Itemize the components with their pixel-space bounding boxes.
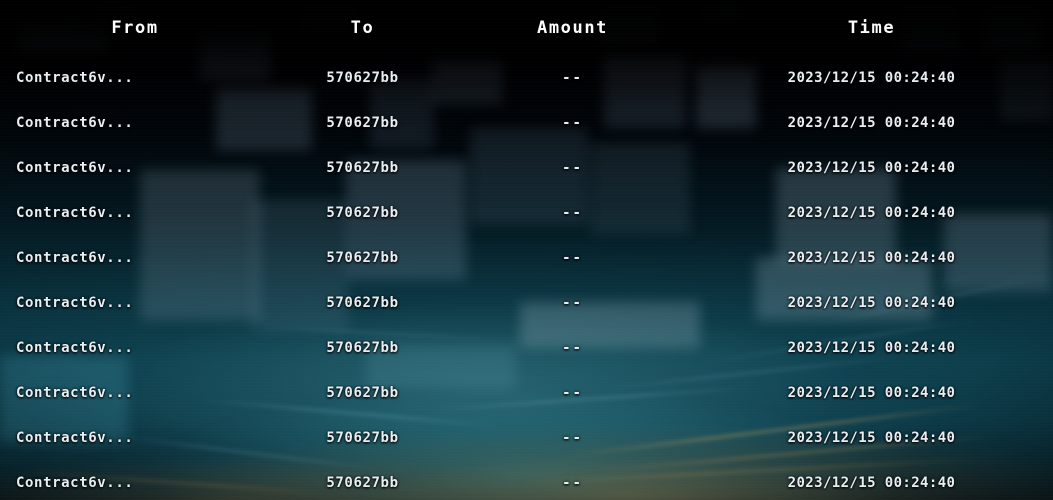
cell-from[interactable]: Contract6v...	[0, 430, 270, 446]
cell-to[interactable]: 570627bb	[270, 295, 455, 311]
cell-amount: --	[562, 339, 583, 356]
table-row[interactable]: Contract6v... 570627bb -- 2023/12/15 00:24:…	[0, 415, 1053, 460]
cell-amount: --	[562, 159, 583, 176]
cell-amount: --	[562, 204, 583, 221]
table-row[interactable]: Contract6v... 570627bb -- 2023/12/15 00:24:…	[0, 100, 1053, 145]
table-row[interactable]: Contract6v... 570627bb -- 2023/12/15 00:24:…	[0, 55, 1053, 100]
table-row[interactable]: Contract6v... 570627bb -- 2023/12/15 00:24:…	[0, 235, 1053, 280]
table-row[interactable]: Contract6v... 570627bb -- 2023/12/15 00:24:…	[0, 460, 1053, 500]
cell-amount: --	[562, 69, 583, 86]
cell-from[interactable]: Contract6v...	[0, 250, 270, 266]
cell-amount: --	[562, 429, 583, 446]
table-row[interactable]: Contract6v... 570627bb -- 2023/12/15 00:24:…	[0, 370, 1053, 415]
cell-from[interactable]: Contract6v...	[0, 115, 270, 131]
transaction-table: From To Amount Time Contract6v... 570627b…	[0, 0, 1053, 500]
cell-from[interactable]: Contract6v...	[0, 340, 270, 356]
table-row[interactable]: Contract6v... 570627bb -- 2023/12/15 00:24:…	[0, 325, 1053, 370]
table-row[interactable]: Contract6v... 570627bb -- 2023/12/15 00:24:…	[0, 145, 1053, 190]
column-header-amount[interactable]: Amount	[455, 18, 690, 38]
table-row[interactable]: Contract6v... 570627bb -- 2023/12/15 00:24:…	[0, 190, 1053, 235]
cell-time: 2023/12/15 00:24:40	[787, 474, 956, 491]
cell-time: 2023/12/15 00:24:40	[787, 429, 956, 446]
cell-time: 2023/12/15 00:24:40	[787, 69, 956, 86]
cell-from[interactable]: Contract6v...	[0, 475, 270, 491]
cell-to[interactable]: 570627bb	[270, 340, 455, 356]
cell-amount: --	[562, 249, 583, 266]
cell-to[interactable]: 570627bb	[270, 385, 455, 401]
cell-to[interactable]: 570627bb	[270, 250, 455, 266]
cell-amount: --	[562, 384, 583, 401]
cell-time: 2023/12/15 00:24:40	[787, 114, 956, 131]
cell-time: 2023/12/15 00:24:40	[787, 339, 956, 356]
cell-time: 2023/12/15 00:24:40	[787, 204, 956, 221]
cell-amount: --	[562, 294, 583, 311]
column-header-time[interactable]: Time	[690, 18, 1053, 38]
table-row[interactable]: Contract6v... 570627bb -- 2023/12/15 00:24:…	[0, 280, 1053, 325]
cell-to[interactable]: 570627bb	[270, 430, 455, 446]
cell-time: 2023/12/15 00:24:40	[787, 294, 956, 311]
cell-from[interactable]: Contract6v...	[0, 295, 270, 311]
cell-from[interactable]: Contract6v...	[0, 160, 270, 176]
column-header-from[interactable]: From	[0, 18, 270, 38]
cell-time: 2023/12/15 00:24:40	[787, 249, 956, 266]
cell-from[interactable]: Contract6v...	[0, 205, 270, 221]
cell-time: 2023/12/15 00:24:40	[787, 384, 956, 401]
cell-from[interactable]: Contract6v...	[0, 70, 270, 86]
cell-to[interactable]: 570627bb	[270, 70, 455, 86]
transaction-table-screen: From To Amount Time Contract6v... 570627b…	[0, 0, 1053, 500]
cell-amount: --	[562, 114, 583, 131]
cell-to[interactable]: 570627bb	[270, 475, 455, 491]
cell-to[interactable]: 570627bb	[270, 160, 455, 176]
cell-amount: --	[562, 474, 583, 491]
table-header-row: From To Amount Time	[0, 0, 1053, 55]
cell-time: 2023/12/15 00:24:40	[787, 159, 956, 176]
cell-to[interactable]: 570627bb	[270, 205, 455, 221]
cell-to[interactable]: 570627bb	[270, 115, 455, 131]
cell-from[interactable]: Contract6v...	[0, 385, 270, 401]
column-header-to[interactable]: To	[270, 18, 455, 38]
